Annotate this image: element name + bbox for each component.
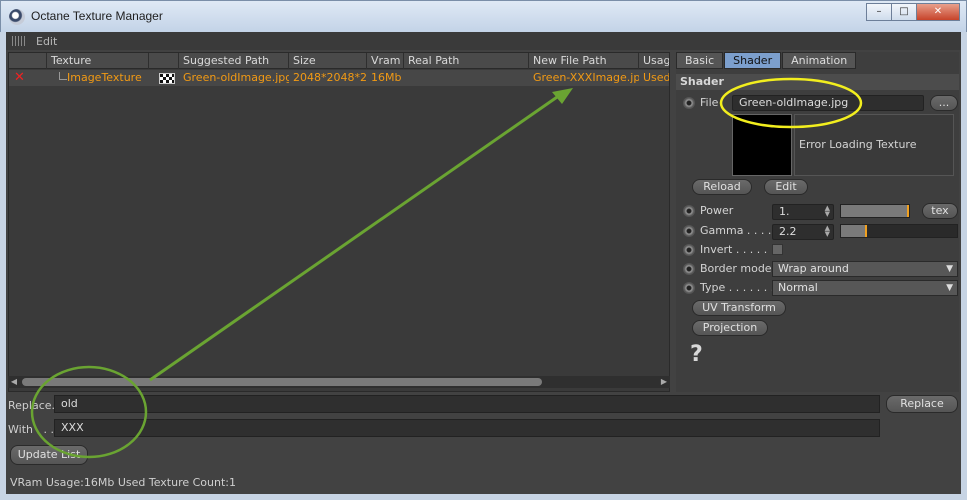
invert-radio-icon[interactable]	[683, 244, 695, 256]
replace-input[interactable]: old	[54, 395, 880, 413]
scroll-thumb[interactable]	[22, 378, 542, 386]
error-x-icon: ✕	[14, 70, 25, 85]
uv-transform-button[interactable]: UV Transform	[692, 300, 786, 316]
file-label: File	[700, 96, 719, 109]
projection-button[interactable]: Projection	[692, 320, 768, 336]
power-slider-fill	[841, 205, 907, 217]
gamma-slider-marker[interactable]	[865, 225, 867, 237]
horizontal-scrollbar[interactable]: ◀ ▶	[8, 376, 670, 388]
power-slider[interactable]	[840, 204, 910, 218]
close-button[interactable]: ✕	[916, 3, 960, 21]
invert-label: Invert . . . . .	[700, 243, 768, 256]
power-radio-icon[interactable]	[683, 205, 695, 217]
minimize-button[interactable]: –	[866, 3, 892, 21]
preview-message-box: Error Loading Texture	[794, 114, 954, 176]
cinema4d-app-icon	[9, 9, 25, 25]
col-suggested-path[interactable]: Suggested Path	[179, 53, 289, 69]
type-value: Normal	[778, 281, 818, 294]
border-radio-icon[interactable]	[683, 263, 695, 275]
section-title: Shader	[676, 74, 959, 90]
reload-button[interactable]: Reload	[692, 179, 752, 195]
col-vram[interactable]: Vram	[367, 53, 404, 69]
cell-real-path	[404, 70, 529, 86]
menu-bar: Edit	[6, 32, 961, 50]
cell-size: 2048*2048*24	[293, 71, 367, 84]
col-new-file-path[interactable]: New File Path	[529, 53, 639, 69]
error-message: Error Loading Texture	[799, 138, 917, 151]
tab-bar: Basic Shader Animation	[676, 52, 857, 70]
power-slider-marker[interactable]	[907, 205, 909, 217]
texture-preview	[732, 114, 792, 176]
table-header: Texture Suggested Path Size Vram Real Pa…	[9, 53, 669, 69]
maximize-button[interactable]: □	[891, 3, 917, 21]
menu-edit[interactable]: Edit	[36, 35, 57, 48]
checkerboard-preview-icon	[159, 73, 175, 84]
replace-button[interactable]: Replace	[886, 395, 958, 413]
tab-basic[interactable]: Basic	[676, 52, 724, 69]
type-label: Type . . . . . . .	[700, 281, 775, 294]
browse-button[interactable]: ...	[930, 95, 958, 111]
gamma-slider[interactable]	[840, 224, 958, 238]
cell-suggested-path: Green-oldImage.jpg	[183, 71, 289, 84]
cell-usage: Used	[643, 71, 669, 84]
col-preview[interactable]	[149, 53, 179, 69]
cell-texture: ImageTexture	[67, 71, 142, 84]
edit-button[interactable]: Edit	[764, 179, 808, 195]
window-title: Octane Texture Manager	[31, 9, 163, 23]
status-bar: VRam Usage:16Mb Used Texture Count:1	[10, 476, 236, 489]
spinner-icon[interactable]: ▲ ▼	[825, 225, 830, 238]
border-mode-value: Wrap around	[778, 262, 849, 275]
chevron-down-icon: ▼	[946, 264, 953, 274]
cell-new-file-path: Green-XXXImage.jpg	[533, 71, 639, 84]
window-client: Edit Texture Suggested Path Size Vram Re…	[6, 32, 961, 494]
grip-icon	[12, 36, 26, 46]
col-texture[interactable]: Texture	[47, 53, 149, 69]
spinner-icon[interactable]: ▲ ▼	[825, 205, 830, 218]
type-radio-icon[interactable]	[683, 282, 695, 294]
power-value: 1.	[779, 205, 790, 218]
col-size[interactable]: Size	[289, 53, 367, 69]
gamma-slider-fill	[841, 225, 865, 237]
help-icon[interactable]: ?	[690, 342, 703, 367]
border-mode-label: Border mode	[700, 262, 772, 275]
texture-table: Texture Suggested Path Size Vram Real Pa…	[8, 52, 670, 392]
scroll-left-icon[interactable]: ◀	[8, 376, 20, 388]
window-controls: – □ ✕	[866, 3, 960, 21]
tex-button[interactable]: tex	[922, 203, 958, 219]
file-path-input[interactable]: Green-oldImage.jpg	[732, 95, 924, 111]
with-label: With . . . .	[8, 423, 61, 436]
file-radio-icon[interactable]	[683, 97, 695, 109]
replace-label: Replace.	[8, 399, 56, 412]
power-input[interactable]: 1. ▲ ▼	[772, 204, 834, 220]
with-input[interactable]: XXX	[54, 419, 880, 437]
gamma-value: 2.2	[779, 225, 797, 238]
border-mode-select[interactable]: Wrap around ▼	[772, 261, 958, 277]
tab-animation[interactable]: Animation	[782, 52, 857, 69]
properties-panel: Basic Shader Animation Shader File Green…	[676, 52, 959, 392]
gamma-radio-icon[interactable]	[683, 225, 695, 237]
title-bar: Octane Texture Manager – □ ✕	[0, 0, 967, 32]
scroll-right-icon[interactable]: ▶	[658, 376, 670, 388]
cell-vram: 16Mb	[371, 71, 402, 84]
gamma-label: Gamma . . . . .	[700, 224, 779, 237]
col-real-path[interactable]: Real Path	[404, 53, 529, 69]
invert-checkbox[interactable]	[772, 244, 783, 255]
col-usage[interactable]: Usag	[639, 53, 669, 69]
gamma-input[interactable]: 2.2 ▲ ▼	[772, 224, 834, 240]
col-status[interactable]	[9, 53, 47, 69]
update-list-button[interactable]: Update List	[10, 445, 88, 465]
chevron-down-icon: ▼	[946, 283, 953, 293]
table-row[interactable]: ✕ ImageTexture Green-oldImage.jpg 2048*2…	[9, 70, 669, 86]
power-label: Power	[700, 204, 734, 217]
tab-shader[interactable]: Shader	[724, 52, 782, 69]
type-select[interactable]: Normal ▼	[772, 280, 958, 296]
